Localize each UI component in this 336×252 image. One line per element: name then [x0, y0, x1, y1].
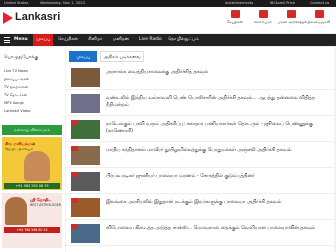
sidebar-link-video[interactable]: Lankasri Video [4, 109, 30, 113]
video-camera-icon [71, 198, 78, 203]
main-content: முகப்பு அதிகம் படிக்கவை அரசாங்க வைத்தியச… [66, 47, 334, 252]
sidebar-ad-astrology-1[interactable]: சிவ மாரியம்மன் ஜோதிட நிலையம் +91 963 292… [2, 137, 62, 190]
article-title[interactable]: விபோலைய கிடைத்த அடுத்த சான்ஸ்... மொவளால்… [106, 225, 326, 232]
nav-item-tech[interactable]: தொழில்நுட்பம் [168, 34, 199, 46]
tab-home[interactable]: முகப்பு [69, 51, 97, 62]
ad-subtitle: BEST ASTROLOGER [30, 203, 61, 207]
nav-item-home[interactable]: முகப்பு [33, 34, 54, 46]
contact-link[interactable]: Contact us [310, 0, 329, 7]
article-title[interactable]: வண்டலில் இந்திய வம்சாவளி பெண் பொலிசாரின்… [106, 95, 326, 109]
site-logo[interactable]: Lankasri [15, 11, 60, 23]
news-icon [230, 10, 240, 18]
video-camera-icon [71, 224, 78, 229]
date-label: Wednesday, Nov 1, 2023 [40, 1, 85, 5]
video-camera-icon [71, 120, 78, 125]
article-item[interactable]: வண்டலில் இந்திய வம்சாவளி பெண் பொலிசாரின்… [66, 91, 334, 116]
video-camera-icon [71, 146, 78, 151]
sidebar-ad-banner[interactable]: நல்லாறு விளம்பரம் [2, 125, 62, 135]
article-item[interactable]: நாடெங்கும் பரவி வரும் அதிகரிப்பு: சுகாதா… [66, 117, 334, 142]
advertise-link[interactable]: Advertisements [225, 0, 253, 7]
article-item[interactable]: அரசாங்க வைத்தியசாலைக்கு அதிர்ச்சித் தகவல… [66, 65, 334, 90]
article-item[interactable]: இலங்கை அரசியலில் இதுதான் நடக்கும் இவர்கள… [66, 195, 334, 220]
sidebar-heading: பொழுதுபோக்கு [4, 55, 39, 60]
sidebar-ad-astrology-2[interactable]: ஸ்ரீ ஜோதிட BEST ASTROLOGER +94 766 568 8… [2, 193, 62, 248]
site-header: Lankasri செய்திகள் விளம்பரம் மரண அறிவித்… [0, 7, 336, 33]
ad-phone: +91 963 292 06 79 [4, 183, 60, 189]
ad-icon [258, 10, 268, 18]
ad-portrait [5, 197, 27, 225]
header-funeral-button[interactable]: மரண அறிவித்தல் [278, 10, 307, 30]
header-ad-button[interactable]: விளம்பரம் [250, 10, 276, 30]
sidebar-link-livetv[interactable]: Live TV News [4, 69, 28, 73]
sidebar-link-serials[interactable]: TV தொடர்கள் [4, 93, 27, 98]
top-bar: United States Wednesday, Nov 1, 2023 Adv… [0, 0, 336, 7]
header-remembrance-button[interactable]: நினைவஞ்சலி [306, 10, 332, 30]
sidebar-link-songs[interactable]: MP3 Songs [4, 101, 24, 105]
funeral-icon [286, 10, 296, 18]
nav-item-news[interactable]: செய்திகள் [58, 34, 78, 46]
tab-most-read[interactable]: அதிகம் படிக்கவை [100, 51, 144, 62]
country-label: United States [4, 1, 29, 5]
hamburger-icon[interactable] [4, 37, 10, 43]
nav-item-radio[interactable]: Live Radio [139, 34, 162, 46]
article-title[interactable]: அரசாங்க வைத்தியசாலைக்கு அதிர்ச்சித் தகவல… [106, 69, 326, 76]
video-camera-icon [71, 172, 78, 177]
nav-item-cinema[interactable]: சினிமா [88, 34, 103, 46]
wedding-icon [314, 10, 324, 18]
logo-play-icon [3, 12, 13, 24]
article-item[interactable]: விபோலைய கிடைத்த அடுத்த சான்ஸ்... மொவளால்… [66, 221, 334, 246]
nav-menu[interactable]: Menu [14, 34, 28, 46]
article-title[interactable]: நாடெங்கும் பரவி வரும் அதிகரிப்பு: சுகாதா… [106, 121, 326, 135]
main-nav: Menu முகப்பு செய்திகள் சினிமா மனிதன் Liv… [0, 34, 336, 46]
header-news-button[interactable]: செய்திகள் [222, 10, 248, 30]
article-thumbnail[interactable] [71, 94, 100, 113]
article-title[interactable]: மாதிய சந்நிதானம் மாவீரர் துயிலுமில்லத்து… [106, 147, 326, 154]
ad-subtitle: ஜோதிட நிலையம் [5, 147, 34, 151]
sidebar-link-movies[interactable]: திரைப்படங்கள் [4, 77, 29, 82]
ad-portrait [24, 151, 50, 181]
article-item[interactable]: பிரபல நடிகர் ஜுனியர் பாலையா மரணம் - சோகத… [66, 169, 334, 194]
ad-phone: +94 766 568 80 53 [4, 227, 60, 233]
sidebar: பொழுதுபோக்கு Live TV News திரைப்படங்கள் … [0, 47, 65, 252]
sidebar-link-tvshows[interactable]: TV நிகழ்ச்சிகள் [4, 85, 28, 90]
nav-item-people[interactable]: மனிதன் [113, 34, 129, 46]
article-item[interactable]: மாதிய சந்நிதானம் மாவீரர் துயிலுமில்லத்து… [66, 143, 334, 168]
article-thumbnail[interactable] [71, 68, 100, 87]
price-link[interactable]: IBCtamil Price [270, 0, 295, 7]
article-title[interactable]: இலங்கை அரசியலில் இதுதான் நடக்கும் இவர்கள… [106, 199, 326, 206]
article-title[interactable]: பிரபல நடிகர் ஜுனியர் பாலையா மரணம் - சோகத… [106, 173, 326, 180]
